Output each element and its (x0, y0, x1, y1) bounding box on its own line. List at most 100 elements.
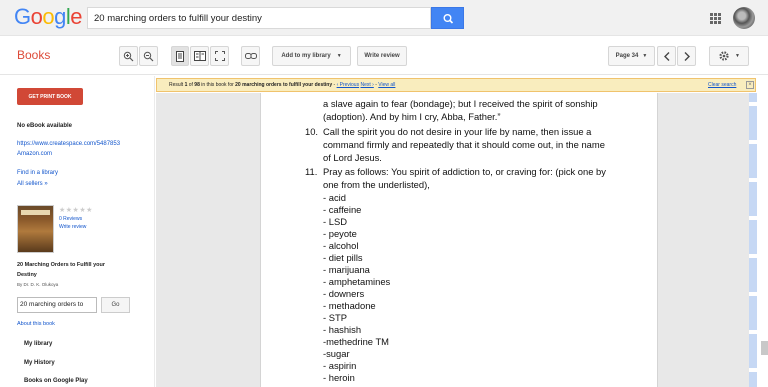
retailer-link-amazon[interactable]: Amazon.com (17, 151, 52, 157)
page-select[interactable]: Page 34 ▼ (608, 46, 655, 66)
page-text-line: Call the spirit you do not desire in you… (323, 126, 592, 137)
list-item: - marijuana (323, 264, 370, 275)
book-viewer[interactable]: a slave again to fear (bondage); but I r… (156, 93, 756, 387)
link-icon (244, 53, 257, 59)
write-review-button[interactable]: Write review (357, 46, 407, 66)
retailer-link-createspace[interactable]: https://www.createspace.com/5487853 (17, 141, 120, 147)
page-divider (749, 330, 757, 334)
gear-icon (719, 51, 729, 61)
top-bar: Google 20 marching orders to fulfill you… (0, 0, 768, 36)
my-library-link[interactable]: My library (24, 341, 52, 347)
fullscreen-button[interactable] (210, 46, 229, 66)
result-text: in this book for (199, 82, 236, 88)
no-ebook-text: No eBook available (17, 123, 73, 129)
books-on-play-link[interactable]: Books on Google Play (24, 378, 88, 384)
books-toolbar: Books Add to my library ▼ Write review P… (0, 37, 768, 75)
chevron-down-icon: ▼ (336, 53, 342, 59)
two-page-view-button[interactable] (190, 46, 209, 66)
page-divider (749, 254, 757, 258)
page-divider (749, 140, 757, 144)
zoom-out-button[interactable] (139, 46, 158, 66)
add-to-library-button[interactable]: Add to my library ▼ (272, 46, 351, 66)
fullscreen-icon (214, 51, 225, 61)
result-prefix: Result (169, 82, 185, 88)
apps-grid-icon[interactable] (710, 13, 721, 24)
list-item: -sugar (323, 348, 350, 359)
list-item: - amphetamines (323, 276, 391, 287)
view-all-link[interactable]: View all (378, 82, 395, 88)
books-label[interactable]: Books (17, 48, 50, 62)
item-number: 10. (305, 126, 319, 137)
zoom-in-icon (123, 51, 134, 61)
write-review-link[interactable]: Write review (59, 224, 86, 230)
write-review-label: Write review (364, 53, 400, 59)
book-page: a slave again to fear (bondage); but I r… (260, 93, 658, 387)
list-item: - hashish (323, 324, 362, 335)
page-text-line: of Lord Jesus. (323, 152, 382, 163)
next-page-button[interactable] (677, 46, 696, 66)
add-to-library-label: Add to my library (281, 53, 331, 59)
find-in-library-link[interactable]: Find in a library (17, 170, 58, 176)
page-text-line: command firmly and repeatedly that it sh… (323, 139, 605, 150)
list-item: - alcohol (323, 240, 359, 251)
search-input[interactable]: 20 marching orders to fulfill your desti… (87, 7, 431, 29)
book-author: By Dr. D. K. Olukoya (17, 282, 59, 287)
list-item: - peyote (323, 228, 357, 239)
sidebar: GET PRINT BOOK No eBook available https:… (0, 76, 155, 387)
search-result-bar: Result 1 of 98 in this book for 20 march… (156, 78, 756, 92)
search-button[interactable] (431, 7, 464, 29)
link-button[interactable] (241, 46, 260, 66)
book-title: 20 Marching Orders to Fulfill your (17, 262, 106, 268)
page-select-label: Page 34 (615, 53, 639, 59)
scrollbar-thumb[interactable] (761, 341, 768, 355)
page-text-line: Pray as follows: You spirit of addiction… (323, 166, 606, 177)
account-avatar[interactable] (733, 7, 755, 29)
reviews-link[interactable]: 0 Reviews (59, 216, 82, 222)
single-page-icon (176, 50, 184, 62)
list-item: - heroin (323, 372, 355, 383)
list-item: - downers (323, 288, 365, 299)
previous-page-button[interactable] (657, 46, 676, 66)
zoom-out-icon (143, 51, 154, 61)
google-logo[interactable]: Google (14, 4, 83, 30)
zoom-in-button[interactable] (119, 46, 138, 66)
list-item: - LSD (323, 216, 347, 227)
page-divider (749, 178, 757, 182)
search-inside-input[interactable]: 20 marching orders to (17, 297, 97, 313)
book-cover-thumbnail[interactable] (17, 205, 54, 253)
page-divider (749, 216, 757, 220)
list-item: - aspirin (323, 360, 357, 371)
result-query: 20 marching orders to fulfill your desti… (235, 82, 333, 88)
list-item: - STP (323, 312, 347, 323)
chevron-right-icon (684, 51, 690, 61)
page-text-line: (adoption). And by him I cry, Abba, Fath… (323, 111, 501, 122)
single-page-view-button[interactable] (171, 46, 189, 66)
previous-result-link[interactable]: ‹ Previous (337, 82, 360, 88)
settings-button[interactable]: ▼ (709, 46, 749, 66)
close-icon[interactable]: × (746, 81, 754, 89)
go-button[interactable]: Go (101, 297, 130, 313)
chevron-left-icon (663, 51, 669, 61)
result-summary: Result 1 of 98 in this book for 20 march… (169, 82, 395, 88)
list-item: -methedrine TM (323, 336, 389, 347)
rating-stars: ★★★★★ (59, 207, 93, 214)
page-overview-strip[interactable] (749, 93, 757, 387)
page-divider (749, 292, 757, 296)
book-title-cont: Destiny (17, 272, 37, 278)
page-text-line: a slave again to fear (bondage); but I r… (323, 98, 598, 109)
page-divider (749, 368, 757, 372)
list-item: - caffeine (323, 204, 362, 215)
my-history-link[interactable]: My History (24, 360, 55, 366)
chevron-down-icon: ▼ (735, 53, 740, 59)
all-sellers-link[interactable]: All sellers » (17, 181, 48, 187)
chevron-down-icon: ▼ (642, 53, 648, 59)
clear-search-link[interactable]: Clear search (708, 82, 736, 88)
about-book-link[interactable]: About this book (17, 321, 55, 327)
two-page-icon (193, 51, 206, 61)
list-item: - acid (323, 192, 346, 203)
get-print-book-button[interactable]: GET PRINT BOOK (17, 88, 83, 105)
next-result-link[interactable]: Next › (360, 82, 373, 88)
page-text-line: one from the underlisted), (323, 179, 430, 190)
item-number: 11. (305, 166, 318, 177)
page-divider (749, 102, 757, 106)
